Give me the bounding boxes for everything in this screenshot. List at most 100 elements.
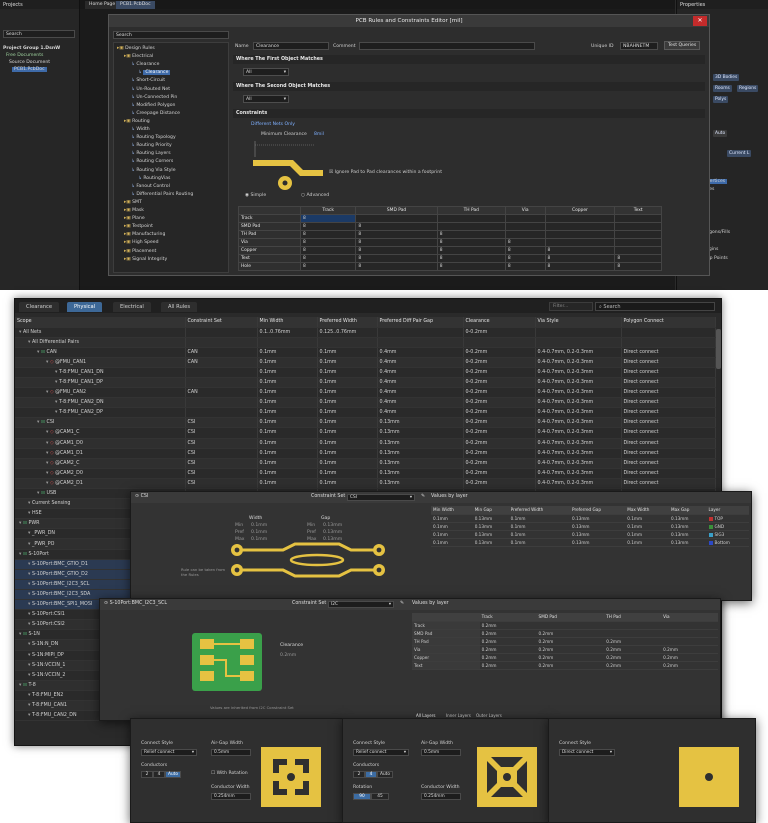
matrix-cell[interactable]: 8 <box>544 262 616 271</box>
matrix-cell[interactable] <box>614 230 662 239</box>
constraint-cell-pc[interactable]: Direct connect <box>621 387 716 399</box>
close-icon[interactable]: ✕ <box>693 16 707 26</box>
constraint-cell-gap[interactable]: 0.4mm <box>377 397 464 409</box>
constraint-cell-pc[interactable]: Direct connect <box>621 367 716 378</box>
constraint-cell-pc[interactable]: Direct connect <box>621 407 716 419</box>
column-header[interactable]: Scope <box>15 317 186 328</box>
layer-value-cell[interactable]: 0.2mm <box>661 645 718 654</box>
table-row[interactable]: ▾ ◇ @CAM1_D0 CSI 0.1mm 0.1mm 0.13mm 0-0.2mm 0.… <box>15 438 716 449</box>
rule-tree-item[interactable]: ↳ Fanout Control <box>131 184 170 189</box>
layer-value-cell[interactable]: 0.1mm <box>431 522 473 531</box>
rule-tree-item[interactable]: ▸▣ High Speed <box>124 240 159 245</box>
scope-cell[interactable]: ▾ ◇ @CAM1_D1 <box>15 448 186 459</box>
constraint-cell-pc[interactable]: Direct connect <box>621 478 716 490</box>
scope-cell[interactable]: ▾ All Differential Pairs <box>15 337 186 348</box>
rotation-45-button[interactable]: 45 <box>371 793 389 800</box>
constraint-cell-cl[interactable]: 0-0.2mm <box>463 468 536 479</box>
matrix-cell[interactable]: 8 <box>355 254 438 263</box>
matrix-cell[interactable]: 8 <box>355 230 438 239</box>
constraint-cell-gap[interactable] <box>377 337 464 348</box>
scope-cell[interactable]: ▾ T-8:FMU_CAN2_DP <box>15 407 186 419</box>
layer-value-cell[interactable]: 0.2mm <box>479 645 537 654</box>
connect-style-select[interactable]: Relief connect ▾ <box>353 749 409 756</box>
layer-value-cell[interactable]: 0.1mm <box>625 530 669 539</box>
constraint-cell-pw[interactable]: 0.1mm <box>317 458 378 469</box>
layer-value-cell[interactable]: 0.13mm <box>570 522 626 531</box>
rule-tree-item[interactable]: ↳ Short-Circuit <box>131 78 165 83</box>
constraint-cell-pc[interactable]: Direct connect <box>621 448 716 459</box>
constraint-cell-pw[interactable] <box>317 337 378 348</box>
first-object-select[interactable]: All ▾ <box>243 68 289 76</box>
layer-value-cell[interactable]: 0.1mm <box>625 522 669 531</box>
mode-simple-radio[interactable]: ◉ Simple <box>245 193 266 198</box>
props-rooms-button[interactable]: Rooms <box>713 85 732 92</box>
constraint-cell-via[interactable]: 0.4-0.7mm, 0.2-0.3mm <box>535 448 622 459</box>
width-value[interactable]: 0.1mm <box>251 530 267 535</box>
layer-value-cell[interactable]: 0.1mm <box>625 514 669 523</box>
constraint-cell-pc[interactable] <box>621 327 716 338</box>
tab-electrical[interactable]: Electrical <box>113 302 151 312</box>
props-auto-button[interactable]: Auto <box>713 130 728 137</box>
layer-value-cell[interactable] <box>661 637 718 646</box>
pcb-document-item[interactable]: PCB1.PcbDoc <box>12 67 47 72</box>
rule-tree-item[interactable]: ↳ Clearance <box>131 62 159 67</box>
constraint-cell-cs[interactable]: CSI <box>185 448 258 459</box>
constraint-cell-via[interactable]: 0.4-0.7mm, 0.2-0.3mm <box>535 377 622 389</box>
source-document-item[interactable]: Source Document <box>9 60 50 65</box>
constraint-cell-gap[interactable] <box>377 327 464 338</box>
constraint-cell-mw[interactable]: 0.1mm <box>257 387 318 399</box>
rule-tree-item[interactable]: ↳ Routing Layers <box>131 151 171 156</box>
layer-value-cell[interactable]: 0.13mm <box>668 514 707 523</box>
layer-value-cell[interactable]: 0.13mm <box>472 538 509 547</box>
constraint-cell-mw[interactable]: 0.1mm <box>257 357 318 368</box>
layer-value-cell[interactable]: 0.13mm <box>570 538 626 547</box>
rule-tree-item[interactable]: ↳ Modified Polygon <box>131 103 175 108</box>
constraint-cell-mw[interactable]: 0.1mm <box>257 367 318 378</box>
layer-value-cell[interactable]: 0.1mm <box>431 514 473 523</box>
rule-tree-item[interactable]: ▸▣ Manufacturing <box>124 232 165 237</box>
column-header[interactable]: Constraint Set <box>185 317 258 328</box>
constraint-cell-mw[interactable]: 0.1mm <box>257 438 318 449</box>
layer-value-cell[interactable]: 0.1mm <box>625 538 669 547</box>
constraint-cell-cs[interactable] <box>185 367 258 378</box>
constraint-cell-cl[interactable]: 0-0.2mm <box>463 357 536 368</box>
constraint-cell-pw[interactable]: 0.1mm <box>317 438 378 449</box>
rule-tree-item[interactable]: ↳ Un-Connected Pin <box>131 95 177 100</box>
scope-cell[interactable]: ▾ ◇ @CAM2_C <box>15 458 186 469</box>
matrix-cell[interactable] <box>544 238 616 247</box>
matrix-cell[interactable] <box>544 222 616 231</box>
constraint-cell-mw[interactable]: 0.1mm <box>257 448 318 459</box>
constraint-cell-mw[interactable]: 0.1..0.76mm <box>257 327 318 338</box>
matrix-cell[interactable] <box>355 214 438 223</box>
rule-tree-item[interactable]: ↳ Un-Routed Net <box>131 87 170 92</box>
constraint-cell-gap[interactable]: 0.4mm <box>377 377 464 389</box>
constraint-cell-cs[interactable]: CAN <box>185 387 258 399</box>
matrix-cell[interactable] <box>436 222 506 231</box>
constraint-cell-pc[interactable]: Direct connect <box>621 397 716 409</box>
layer-value-cell[interactable]: 0.2mm <box>604 645 662 654</box>
constraint-cell-cs[interactable] <box>185 397 258 409</box>
table-row[interactable]: ▾ T-8:FMU_CAN2_DP 0.1mm 0.1mm 0.4mm 0-0.2mm 0… <box>15 407 716 419</box>
conductors-2-button[interactable]: 2 <box>353 771 365 778</box>
layer-value-cell[interactable]: 0.13mm <box>668 530 707 539</box>
table-row[interactable]: ▾ ◇ @CAM2_D0 CSI 0.1mm 0.1mm 0.13mm 0-0.2mm 0.… <box>15 468 716 479</box>
constraint-cell-pw[interactable]: 0.1mm <box>317 417 378 429</box>
constraint-cell-pw[interactable]: 0.1mm <box>317 427 378 439</box>
constraint-cell-pw[interactable]: 0.1mm <box>317 448 378 459</box>
rule-tree-item[interactable]: ↳ Routing Topology <box>131 135 176 140</box>
constraint-cell-pw[interactable]: 0.1mm <box>317 377 378 389</box>
constraint-cell-pc[interactable]: Direct connect <box>621 347 716 358</box>
layer-value-cell[interactable]: 0.1mm <box>508 522 570 531</box>
constraint-cell-pw[interactable]: 0.1mm <box>317 468 378 479</box>
table-row[interactable]: ▾ All Nets 0.1..0.76mm 0.125..0.76mm 0-0.2m… <box>15 327 716 338</box>
props-3d-bodies-button[interactable]: 3D Bodies <box>713 74 740 81</box>
matrix-cell[interactable]: 8 <box>355 246 438 255</box>
constraint-cell-via[interactable] <box>535 337 622 348</box>
matrix-cell[interactable] <box>504 222 546 231</box>
table-row[interactable]: ▾ T-8:FMU_CAN1_DP 0.1mm 0.1mm 0.4mm 0-0.2mm 0… <box>15 377 716 389</box>
layer-value-cell[interactable]: 0.2mm <box>479 653 537 662</box>
scope-cell[interactable]: ▾ ◇ @CAM1_C <box>15 427 186 439</box>
constraint-cell-mw[interactable]: 0.1mm <box>257 397 318 409</box>
constraint-cell-via[interactable]: 0.4-0.7mm, 0.2-0.3mm <box>535 458 622 469</box>
constraint-cell-mw[interactable]: 0.1mm <box>257 478 318 490</box>
